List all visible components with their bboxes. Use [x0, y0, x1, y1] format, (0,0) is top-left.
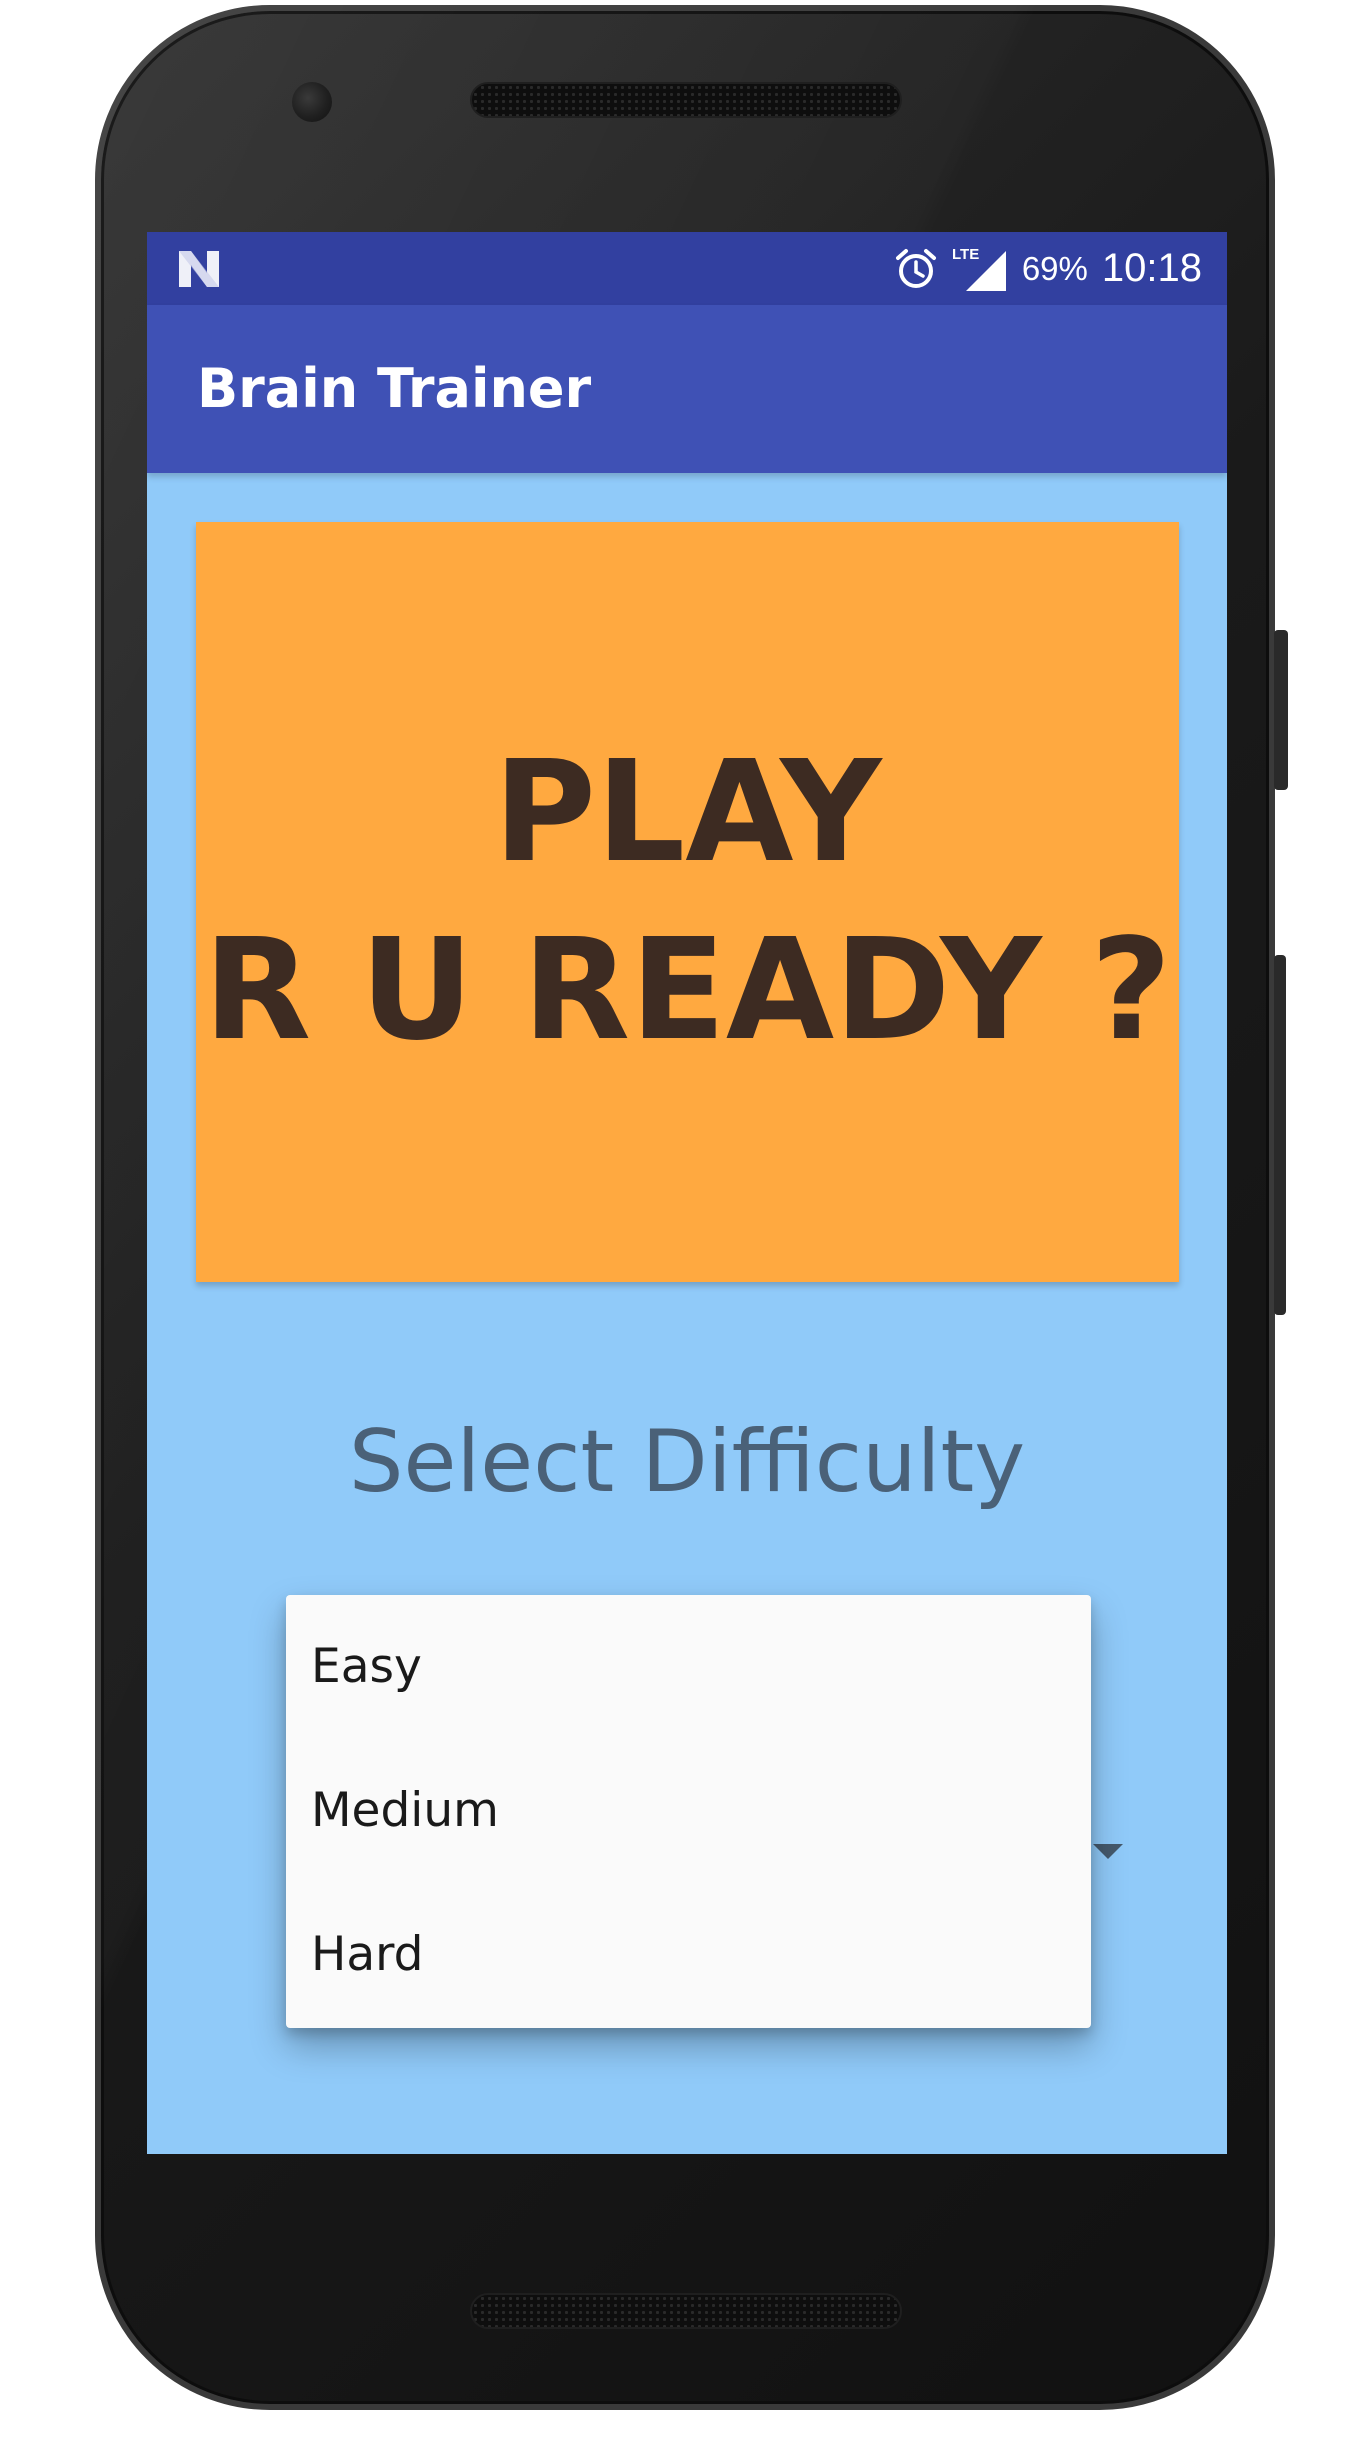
dropdown-option-easy[interactable]: Easy — [286, 1595, 1091, 1739]
status-bar: LTE 69% 10:18 — [147, 232, 1227, 305]
app-title: Brain Trainer — [197, 357, 592, 420]
top-speaker-grille — [470, 82, 902, 118]
status-time: 10:18 — [1101, 246, 1202, 290]
volume-rocker — [1274, 955, 1286, 1315]
play-button[interactable]: PLAY R U READY ? — [196, 522, 1179, 1282]
bottom-speaker-grille — [470, 2293, 902, 2329]
select-difficulty-label: Select Difficulty — [348, 1412, 1026, 1512]
lte-signal-icon: LTE — [952, 246, 1006, 291]
lte-label: LTE — [952, 246, 979, 263]
alarm-icon — [895, 248, 936, 288]
dropdown-option-medium[interactable]: Medium — [286, 1739, 1091, 1883]
app-bar: Brain Trainer — [147, 305, 1227, 473]
difficulty-dropdown: Easy Medium Hard — [286, 1595, 1091, 2028]
app-screen: LTE 69% 10:18 Brain Trainer PLAY R U REA… — [147, 232, 1227, 2154]
battery-percentage: 69% — [1021, 249, 1088, 287]
n-notification-icon — [179, 251, 219, 287]
chevron-down-icon[interactable] — [1093, 1844, 1123, 1859]
status-right-group: LTE 69% 10:18 — [894, 232, 1202, 305]
play-button-line-2: R U READY ? — [203, 909, 1172, 1072]
dropdown-option-hard[interactable]: Hard — [286, 1883, 1091, 2027]
front-camera — [292, 82, 332, 122]
play-button-line-1: PLAY — [493, 731, 882, 894]
power-button — [1274, 630, 1288, 790]
